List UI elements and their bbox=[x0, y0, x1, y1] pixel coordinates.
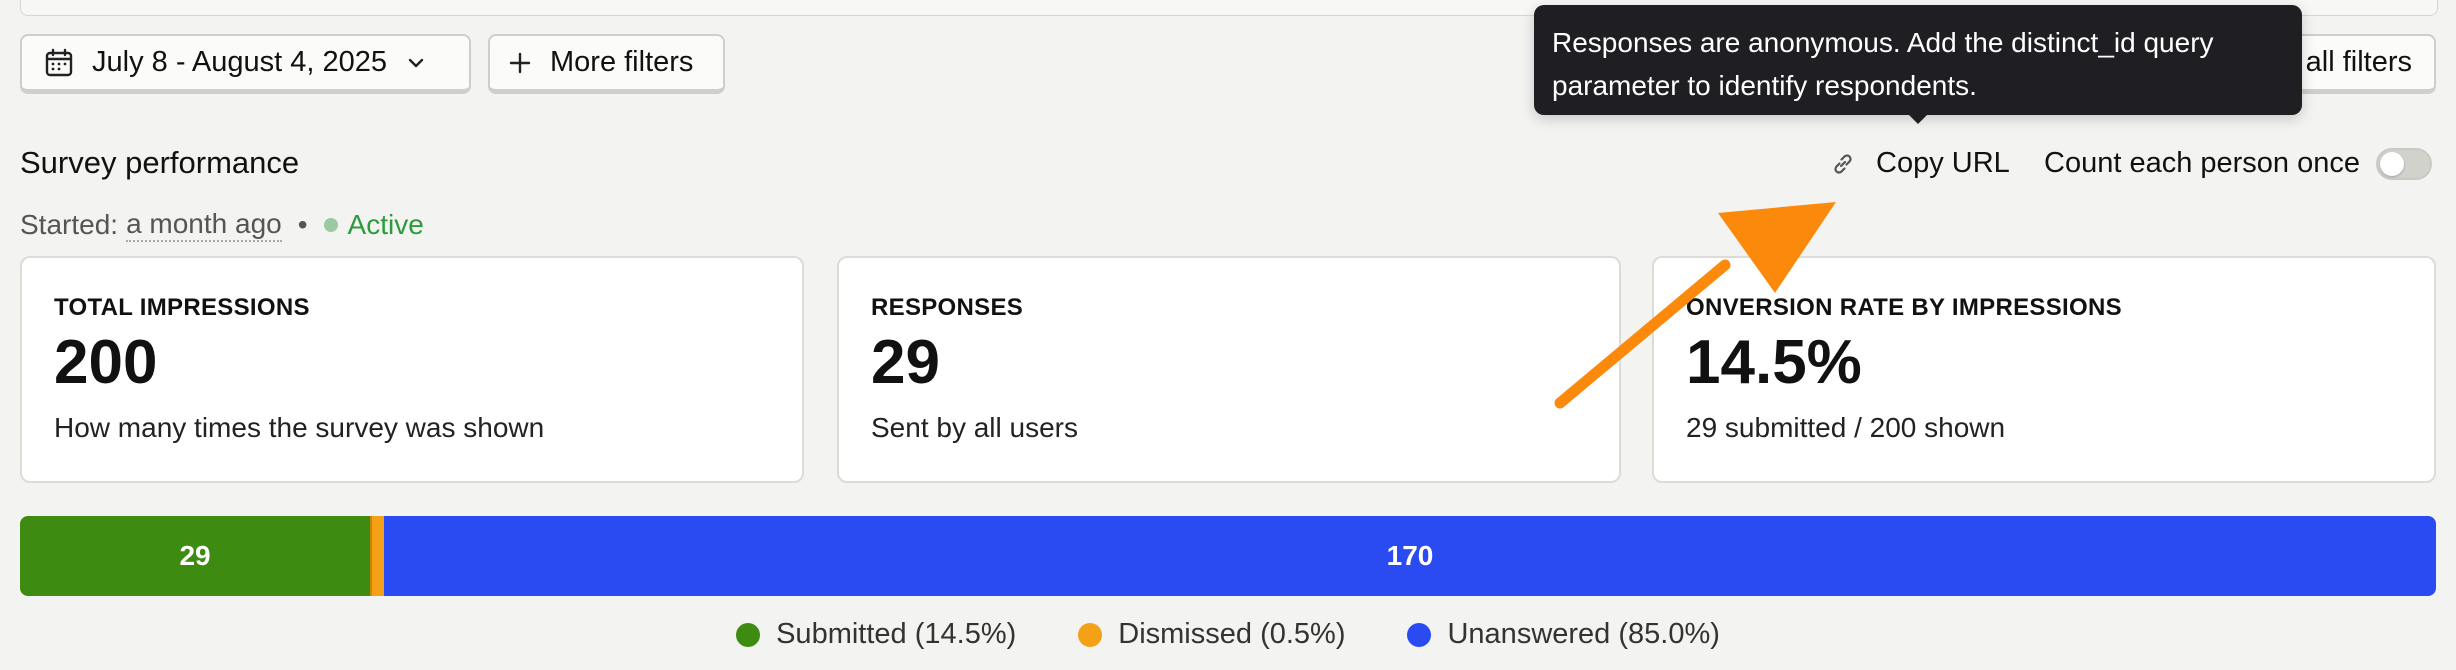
card-label: TOTAL IMPRESSIONS bbox=[54, 294, 310, 321]
response-breakdown-bar: 29 170 bbox=[20, 516, 2436, 596]
toggle-knob bbox=[2380, 151, 2404, 176]
calendar-icon bbox=[44, 48, 74, 78]
legend-item: Unanswered (85.0%) bbox=[1407, 618, 1720, 651]
copy-url-button[interactable]: Copy URL bbox=[1830, 147, 2010, 180]
status-dot-icon bbox=[323, 218, 338, 232]
date-range-button[interactable]: July 8 - August 4, 2025 bbox=[20, 34, 471, 94]
legend-item: Dismissed (0.5%) bbox=[1078, 618, 1345, 651]
more-filters-label: More filters bbox=[550, 46, 694, 78]
tooltip-pointer bbox=[1908, 114, 1928, 124]
count-once-label: Count each person once bbox=[2044, 147, 2360, 179]
card-label: ONVERSION RATE BY IMPRESSIONS bbox=[1686, 294, 2122, 321]
link-icon bbox=[1830, 151, 1856, 177]
card-value: 29 bbox=[871, 328, 940, 397]
started-time: a month ago bbox=[126, 208, 282, 242]
breakdown-legend: Submitted (14.5%) Dismissed (0.5%) Unanswe… bbox=[0, 618, 2456, 651]
card-description: How many times the survey was shown bbox=[54, 412, 545, 443]
card-value: 14.5% bbox=[1686, 328, 1862, 397]
legend-label: Submitted (14.5%) bbox=[776, 618, 1017, 650]
legend-item: Submitted (14.5%) bbox=[736, 618, 1016, 651]
section-title: Survey performance bbox=[20, 145, 300, 180]
status-row: Started: a month ago • Active bbox=[20, 208, 424, 242]
bar-segment-dismissed[interactable] bbox=[370, 516, 385, 596]
impressions-card: TOTAL IMPRESSIONS 200 How many times the… bbox=[20, 256, 804, 483]
bar-segment-submitted[interactable]: 29 bbox=[20, 516, 371, 596]
conversion-card: ONVERSION RATE BY IMPRESSIONS 14.5% 29 s… bbox=[1652, 256, 2436, 483]
card-value: 200 bbox=[54, 328, 158, 397]
card-description: Sent by all users bbox=[871, 412, 1078, 443]
all-filters-label: all filters bbox=[2305, 46, 2412, 78]
plus-icon bbox=[508, 51, 532, 75]
responses-card: RESPONSES 29 Sent by all users bbox=[837, 256, 1621, 483]
chevron-down-icon bbox=[405, 52, 427, 74]
anonymous-responses-tooltip: Responses are anonymous. Add the distinc… bbox=[1534, 5, 2302, 115]
legend-label: Dismissed (0.5%) bbox=[1118, 618, 1346, 650]
started-label: Started: bbox=[20, 209, 119, 240]
copy-url-label: Copy URL bbox=[1876, 147, 2010, 179]
legend-swatch-icon bbox=[736, 622, 761, 647]
count-once-toggle[interactable] bbox=[2376, 147, 2432, 180]
more-filters-button[interactable]: More filters bbox=[488, 34, 725, 94]
legend-swatch-icon bbox=[1078, 622, 1103, 647]
status-badge: Active bbox=[347, 209, 424, 240]
separator-dot: • bbox=[297, 209, 308, 240]
card-label: RESPONSES bbox=[871, 294, 1024, 321]
count-once-setting: Count each person once bbox=[2044, 147, 2432, 180]
legend-label: Unanswered (85.0%) bbox=[1447, 618, 1720, 650]
bar-segment-unanswered[interactable]: 170 bbox=[384, 516, 2436, 596]
date-range-label: July 8 - August 4, 2025 bbox=[92, 46, 388, 78]
card-description: 29 submitted / 200 shown bbox=[1686, 412, 2006, 443]
legend-swatch-icon bbox=[1407, 622, 1432, 647]
